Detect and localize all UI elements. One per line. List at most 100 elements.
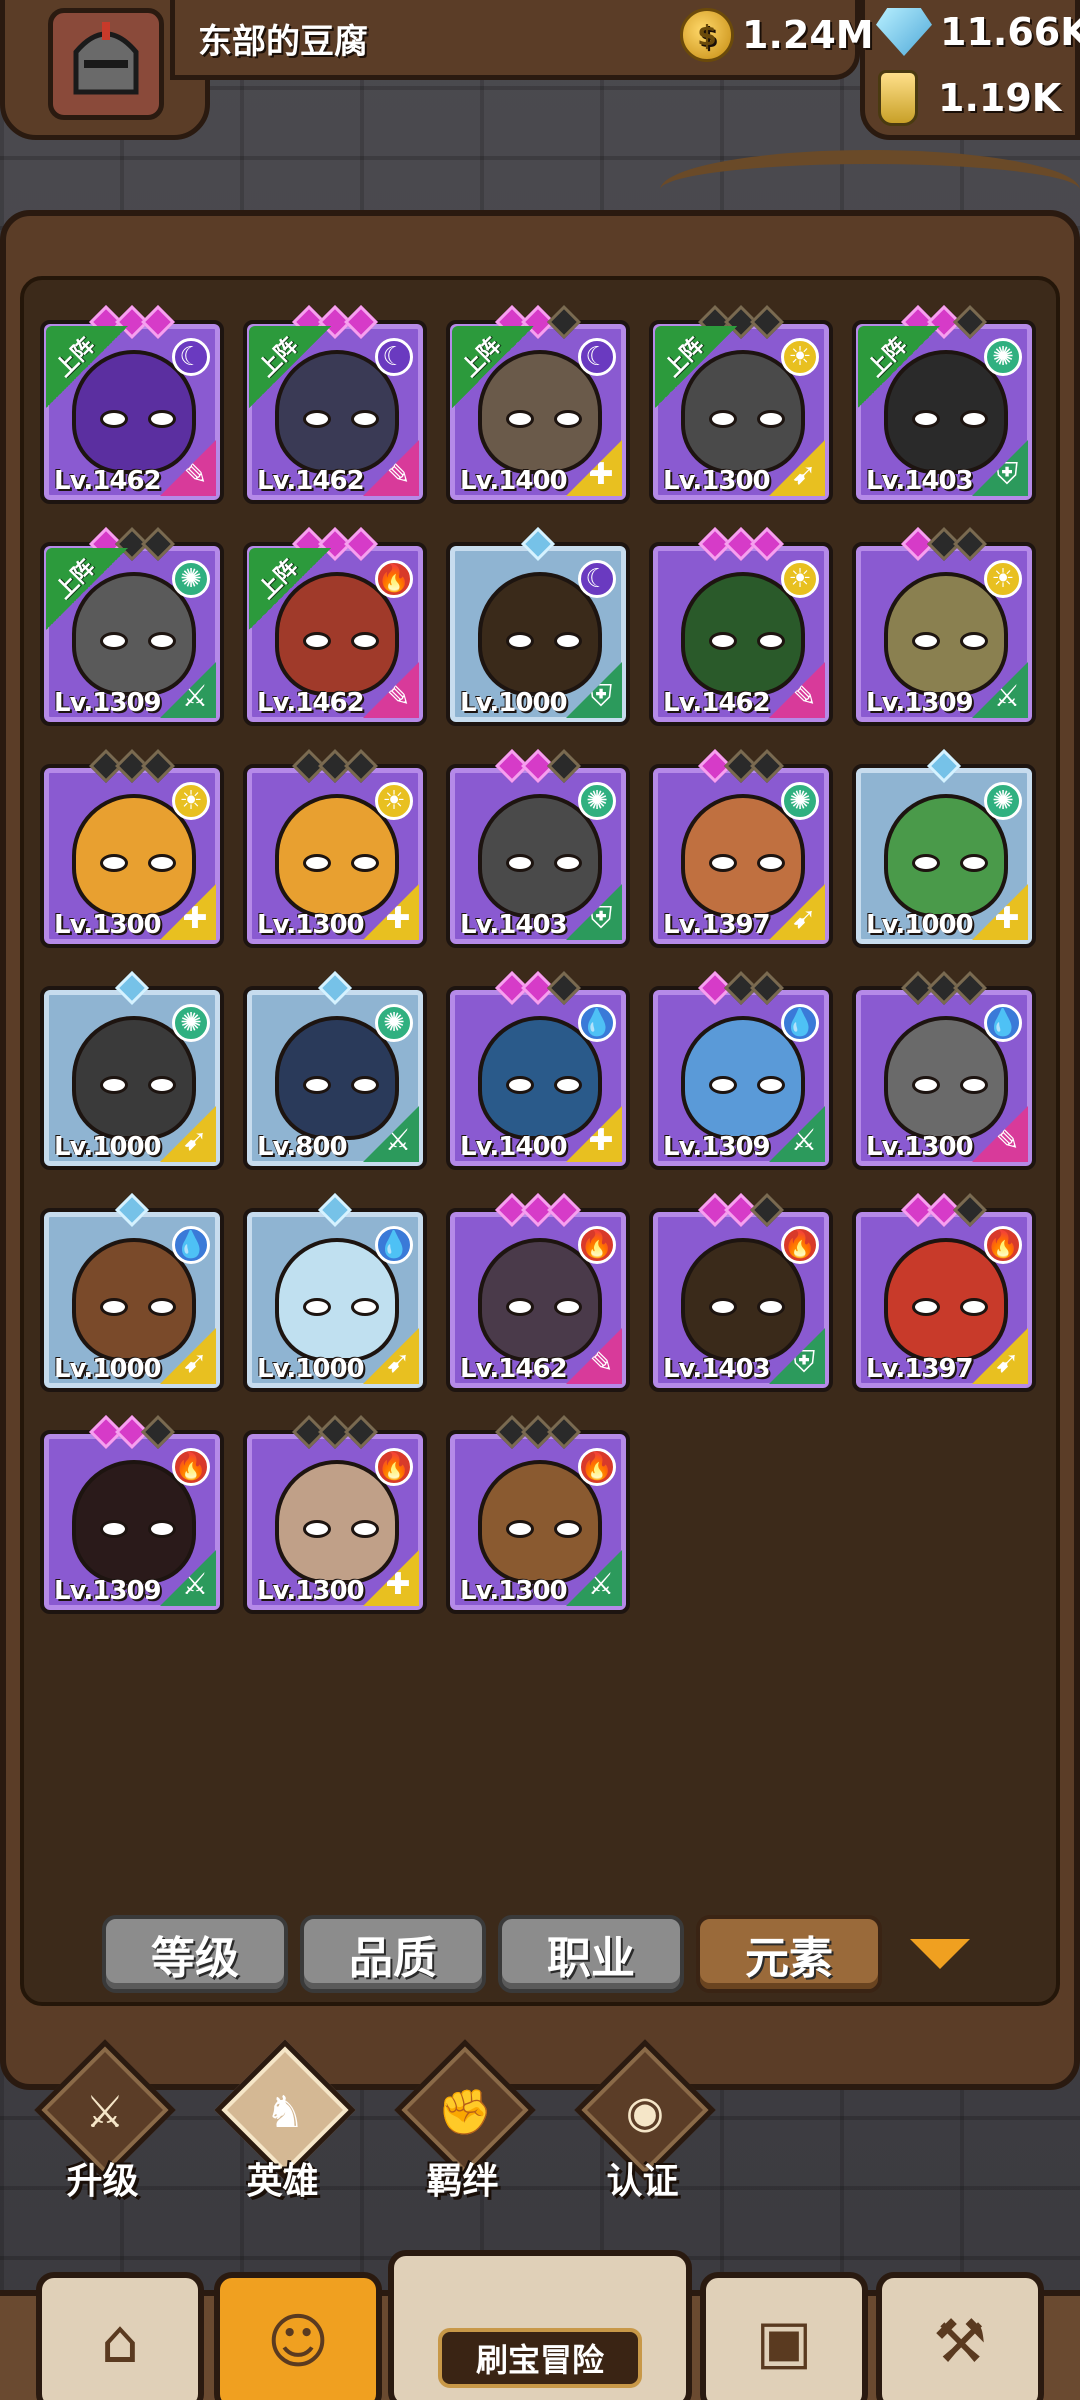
inventory-button[interactable]: ▣ — [700, 2272, 868, 2400]
water-element-icon: 💧 — [984, 1004, 1022, 1042]
knight-helmet-icon[interactable] — [48, 8, 164, 120]
star-icon — [750, 527, 784, 561]
star-rating — [653, 971, 829, 1005]
hero-card[interactable]: 💧 ⚔ Lv.1309 — [649, 971, 833, 1170]
star-icon — [953, 527, 987, 561]
hero-grid: 上阵 ☾ ✎ Lv.1462 上阵 ☾ ✎ Lv.1462 上阵 ☾ ✚ Lv.1400 上阵 ☀ ➹ Lv.… — [40, 305, 1040, 1614]
hero-card[interactable]: 🔥 ✎ Lv.1462 — [446, 1193, 630, 1392]
potion-display[interactable]: 1.19K — [878, 70, 1061, 126]
gem-display[interactable]: 11.66K — [876, 8, 1080, 56]
star-icon — [344, 1415, 378, 1449]
hero-card[interactable]: 🔥 ⛨ Lv.1403 — [649, 1193, 833, 1392]
fire-element-icon: 🔥 — [578, 1448, 616, 1486]
menu-certify[interactable]: ◉ 认证 — [570, 2039, 716, 2202]
hero-card[interactable]: 上阵 ✺ ⛨ Lv.1403 — [852, 305, 1036, 504]
hero-card[interactable]: ✺ ⚔ Lv.800 — [243, 971, 427, 1170]
hero-level: Lv.1403 — [663, 1354, 771, 1384]
star-icon — [953, 971, 987, 1005]
menu-label: 英雄 — [246, 2161, 319, 2202]
hero-menu: ⚔ 升级 ♞ 英雄 ✊ 羁绊 ◉ 认证 — [0, 2039, 1080, 2202]
hero-card[interactable]: ✺ ➹ Lv.1397 — [649, 749, 833, 948]
hero-level: Lv.1000 — [54, 1354, 162, 1384]
hero-card[interactable]: 上阵 ☾ ✎ Lv.1462 — [40, 305, 224, 504]
hero-eyes — [100, 1076, 176, 1096]
hero-card[interactable]: ✺ ✚ Lv.1000 — [852, 749, 1036, 948]
hero-card[interactable]: ☀ ✚ Lv.1300 — [40, 749, 224, 948]
menu-heroes[interactable]: ♞ 英雄 — [210, 2039, 356, 2202]
deployed-badge: 上阵 — [858, 326, 940, 408]
hero-card[interactable]: 💧 ➹ Lv.1000 — [40, 1193, 224, 1392]
hero-eyes — [100, 1298, 176, 1318]
menu-upgrade[interactable]: ⚔ 升级 — [30, 2039, 176, 2202]
hero-card[interactable]: ✺ ➹ Lv.1000 — [40, 971, 224, 1170]
hero-eyes — [303, 1076, 379, 1096]
fire-element-icon: 🔥 — [984, 1226, 1022, 1264]
potion-jar-icon — [878, 70, 918, 126]
hero-card[interactable]: 🔥 ⚔ Lv.1309 — [40, 1415, 224, 1614]
sort-order-arrow-icon[interactable] — [910, 1939, 970, 1969]
hero-level: Lv.800 — [257, 1132, 348, 1162]
hero-level: Lv.1000 — [460, 688, 568, 718]
hero-eyes — [303, 1298, 379, 1318]
sort-by-class-button[interactable]: 职业 — [498, 1915, 684, 1993]
fire-element-icon: 🔥 — [172, 1448, 210, 1486]
hero-portrait-icon: ☺ — [266, 2307, 330, 2377]
hero-level: Lv.1400 — [460, 1132, 568, 1162]
wind-element-icon: ✺ — [172, 1004, 210, 1042]
hero-level: Lv.1309 — [866, 688, 974, 718]
star-icon — [750, 971, 784, 1005]
hero-card[interactable]: ☀ ✚ Lv.1300 — [243, 749, 427, 948]
heroes-nav-button[interactable]: ☺ — [214, 2272, 382, 2400]
deployed-badge: 上阵 — [46, 548, 128, 630]
sort-by-element-button[interactable]: 元素 — [696, 1915, 882, 1993]
hero-card[interactable]: ☀ ⚔ Lv.1309 — [852, 527, 1036, 726]
handshake-icon: ✊ — [437, 2087, 493, 2138]
gold-display[interactable]: $ 1.24M — [680, 8, 874, 62]
star-rating — [44, 749, 220, 783]
hero-card[interactable]: ☾ ⛨ Lv.1000 — [446, 527, 630, 726]
sort-by-quality-button[interactable]: 品质 — [300, 1915, 486, 1993]
hero-card[interactable]: 上阵 ☾ ✎ Lv.1462 — [243, 305, 427, 504]
hammer-icon: ⚒ — [933, 2307, 987, 2377]
star-rating — [653, 527, 829, 561]
sun-element-icon: ☀ — [375, 782, 413, 820]
menu-bonds[interactable]: ✊ 羁绊 — [390, 2039, 536, 2202]
hero-card[interactable]: 上阵 ☾ ✚ Lv.1400 — [446, 305, 630, 504]
sun-element-icon: ☀ — [172, 782, 210, 820]
hero-level: Lv.1400 — [460, 466, 568, 496]
water-element-icon: 💧 — [172, 1226, 210, 1264]
star-rating — [247, 1415, 423, 1449]
moon-element-icon: ☾ — [578, 560, 616, 598]
shop-button[interactable]: ⌂ — [36, 2272, 204, 2400]
hero-card[interactable]: 上阵 ☀ ➹ Lv.1300 — [649, 305, 833, 504]
star-icon — [141, 527, 175, 561]
hero-card[interactable]: 🔥 ⚔ Lv.1300 — [446, 1415, 630, 1614]
star-rating — [856, 749, 1032, 783]
sun-element-icon: ☀ — [781, 338, 819, 376]
hero-eyes — [303, 632, 379, 652]
forge-button[interactable]: ⚒ — [876, 2272, 1044, 2400]
menu-label: 认证 — [606, 2161, 679, 2202]
star-icon — [344, 305, 378, 339]
hero-card[interactable]: 💧 ✎ Lv.1300 — [852, 971, 1036, 1170]
deployed-badge: 上阵 — [452, 326, 534, 408]
hero-card[interactable]: 上阵 ✺ ⚔ Lv.1309 — [40, 527, 224, 726]
adventure-label: 刷宝冒险 — [438, 2328, 642, 2388]
hero-card[interactable]: 💧 ➹ Lv.1000 — [243, 1193, 427, 1392]
hero-card[interactable]: 💧 ✚ Lv.1400 — [446, 971, 630, 1170]
water-element-icon: 💧 — [578, 1004, 616, 1042]
hero-card[interactable]: 上阵 🔥 ✎ Lv.1462 — [243, 527, 427, 726]
hero-card[interactable]: ☀ ✎ Lv.1462 — [649, 527, 833, 726]
hero-card[interactable]: ✺ ⛨ Lv.1403 — [446, 749, 630, 948]
deployed-badge: 上阵 — [46, 326, 128, 408]
star-icon — [141, 749, 175, 783]
hero-card[interactable]: 🔥 ✚ Lv.1300 — [243, 1415, 427, 1614]
star-icon — [141, 305, 175, 339]
menu-label: 羁绊 — [426, 2161, 499, 2202]
sun-element-icon: ☀ — [781, 560, 819, 598]
hero-eyes — [912, 410, 988, 430]
top-bar: 东部的豆腐 $ 1.24M 11.66K 1.19K — [0, 0, 1080, 150]
hero-card[interactable]: 🔥 ➹ Lv.1397 — [852, 1193, 1036, 1392]
sort-by-level-button[interactable]: 等级 — [102, 1915, 288, 1993]
star-rating — [450, 971, 626, 1005]
